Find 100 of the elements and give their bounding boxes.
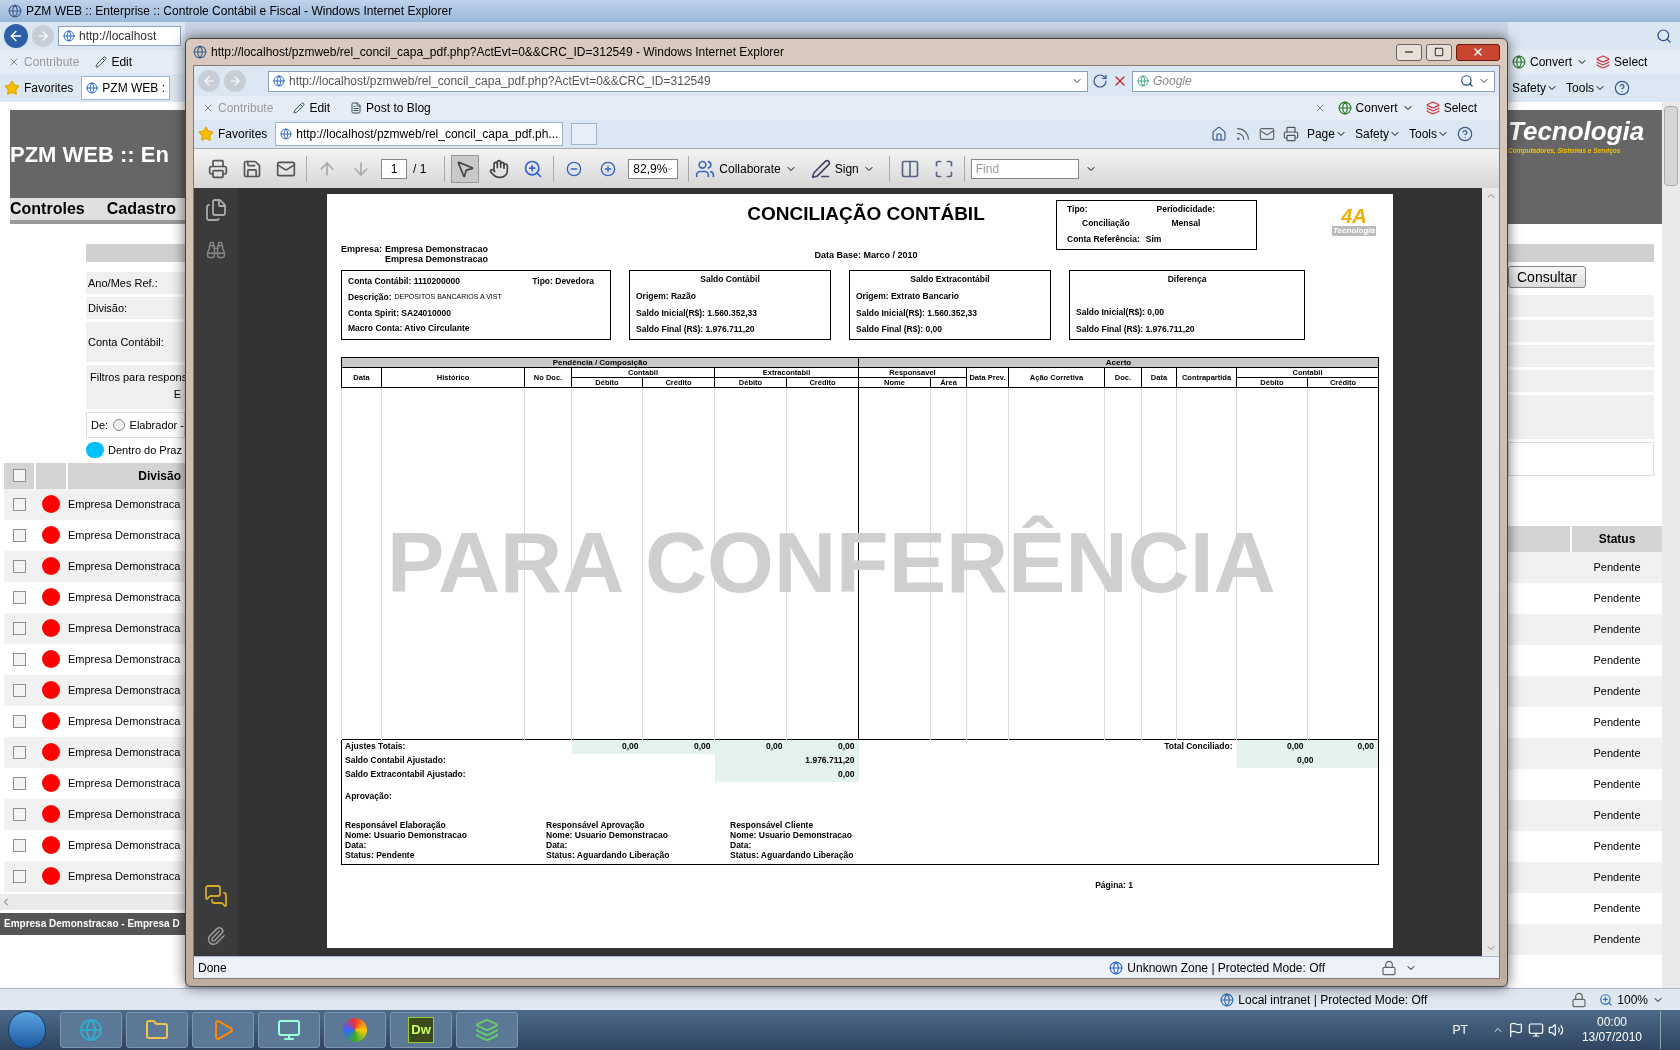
- flag-icon[interactable]: [1507, 1022, 1524, 1038]
- globe-icon: [1220, 992, 1235, 1007]
- table-cell-text: Pendente: [1593, 746, 1641, 762]
- table-header-cell: [1508, 526, 1570, 552]
- checkbox[interactable]: [12, 621, 26, 635]
- favorites-button[interactable]: Favorites: [4, 79, 74, 97]
- search-field[interactable]: Google: [1132, 70, 1495, 92]
- command-button[interactable]: Convert: [1337, 99, 1414, 117]
- signer-status: Status: Aguardando Liberação: [730, 850, 855, 861]
- paperclip-icon[interactable]: [206, 926, 226, 946]
- checkbox[interactable]: [12, 683, 26, 697]
- field-label: Empresa:: [341, 244, 383, 254]
- checkbox[interactable]: [12, 776, 26, 790]
- signer-name: Nome: Usuario Demonstracao: [546, 830, 669, 841]
- maximize-button[interactable]: [1426, 43, 1452, 61]
- logo-name: Tecnologia: [1332, 226, 1376, 236]
- signer-date: Data:: [546, 840, 569, 851]
- comments-icon[interactable]: [204, 884, 228, 908]
- field-value: Macro Conta: Ativo Circulante: [348, 322, 471, 335]
- taskbar-button[interactable]: [126, 1012, 188, 1048]
- zoom-icon: [523, 158, 544, 179]
- close-button[interactable]: [1456, 43, 1500, 61]
- field-value: Saldo Final (R$): 1.976.711,20: [1076, 323, 1196, 336]
- checkbox[interactable]: [12, 714, 26, 728]
- page-number-field[interactable]: 1: [381, 158, 407, 179]
- browser-tab[interactable]: PZM WEB :: [81, 76, 171, 100]
- consult-button[interactable]: Consultar: [1508, 266, 1586, 288]
- taskbar-button[interactable]: [324, 1012, 386, 1048]
- clock-date: 13/07/2010: [1581, 1030, 1642, 1045]
- checkbox[interactable]: [12, 745, 26, 759]
- globe-icon: [79, 1018, 103, 1042]
- menu-button[interactable]: Tools: [1409, 125, 1449, 143]
- command-button[interactable]: Select: [1596, 53, 1648, 71]
- radio-button[interactable]: [113, 419, 125, 431]
- command-button[interactable]: Convert: [1512, 53, 1589, 71]
- command-button[interactable]: Edit: [91, 53, 137, 71]
- taskbar-button[interactable]: Dw: [390, 1012, 452, 1048]
- search-icon[interactable]: [1656, 28, 1672, 44]
- table-cell-text: Pendente: [1593, 777, 1641, 793]
- checkbox[interactable]: [12, 652, 26, 666]
- binoculars-icon[interactable]: [206, 240, 226, 260]
- menu-button[interactable]: Safety: [1354, 125, 1401, 143]
- home-icon[interactable]: [1210, 126, 1227, 142]
- menu-item[interactable]: Controles: [10, 197, 85, 221]
- box-title: Saldo Contábil: [699, 273, 761, 286]
- volume-icon[interactable]: [1547, 1022, 1564, 1038]
- menu-button[interactable]: Tools: [1566, 79, 1607, 97]
- layers-icon: [1596, 55, 1611, 69]
- address-field[interactable]: http://localhost: [58, 26, 181, 46]
- mail-icon[interactable]: [1258, 126, 1275, 142]
- network-icon[interactable]: [1527, 1022, 1544, 1038]
- minimize-button[interactable]: [1396, 43, 1422, 61]
- checkbox[interactable]: [12, 869, 26, 883]
- security-icon[interactable]: [1381, 959, 1397, 976]
- refresh-icon[interactable]: [1092, 73, 1108, 89]
- sign-button[interactable]: Sign: [810, 158, 875, 179]
- back-button[interactable]: [4, 24, 28, 48]
- feed-icon[interactable]: [1234, 126, 1251, 142]
- collaborate-button[interactable]: Collaborate: [695, 158, 797, 179]
- checkbox[interactable]: [12, 469, 26, 482]
- start-button[interactable]: [8, 1011, 46, 1049]
- select-tool-button[interactable]: [451, 154, 480, 183]
- close-icon: [1472, 46, 1484, 58]
- print-icon[interactable]: [1282, 126, 1299, 142]
- checkbox[interactable]: [12, 838, 26, 852]
- radio-label: De:: [91, 417, 109, 433]
- total-label: Ajustes Totais:: [345, 741, 406, 751]
- pages-icon[interactable]: [204, 198, 228, 222]
- checkbox[interactable]: [12, 590, 26, 604]
- taskbar-button[interactable]: [456, 1012, 518, 1048]
- logo-mark: 4A: [1341, 206, 1367, 226]
- checkbox[interactable]: [12, 559, 26, 573]
- command-button[interactable]: Edit: [289, 99, 335, 117]
- maximize-icon: [1434, 47, 1444, 57]
- globe-icon: [1137, 75, 1149, 87]
- table-cell-text: Pendente: [1593, 901, 1641, 917]
- checkbox[interactable]: [12, 497, 26, 511]
- security-icon[interactable]: [1571, 991, 1588, 1008]
- checkbox[interactable]: [12, 807, 26, 821]
- menu-item[interactable]: Cadastro: [106, 197, 177, 221]
- help-icon[interactable]: [1457, 126, 1473, 142]
- browser-icon: [8, 4, 22, 18]
- field-label: Divisão:: [88, 300, 128, 316]
- menu-button[interactable]: Page: [1306, 125, 1347, 143]
- zoom-field[interactable]: 82,9%: [628, 158, 679, 179]
- help-icon[interactable]: [1614, 80, 1631, 96]
- language-indicator: PT: [1452, 1022, 1468, 1039]
- menu-button[interactable]: Safety: [1512, 79, 1559, 97]
- command-button[interactable]: Select: [1425, 99, 1477, 117]
- browser-tab[interactable]: http://localhost/pzmweb/rel_concil_capa_pdf.ph...: [275, 122, 564, 146]
- table-cell-text: Pendente: [1593, 591, 1641, 607]
- command-button[interactable]: Post to Blog: [346, 99, 435, 117]
- address-field[interactable]: http://localhost/pzmweb/rel_concil_capa_pdf.php?ActEvt=0&&CRC_ID=312549: [268, 70, 1088, 92]
- favorites-button[interactable]: Favorites: [198, 125, 268, 143]
- footer-text: Empresa Demonstracao - Empresa D: [4, 917, 180, 931]
- signer-name: Nome: Usuario Demonstracao: [345, 830, 468, 841]
- table-cell: 0,00: [786, 739, 859, 754]
- checkbox[interactable]: [12, 528, 26, 542]
- zoom-button[interactable]: 100%: [1599, 990, 1664, 1009]
- taskbar-button[interactable]: [258, 1012, 320, 1048]
